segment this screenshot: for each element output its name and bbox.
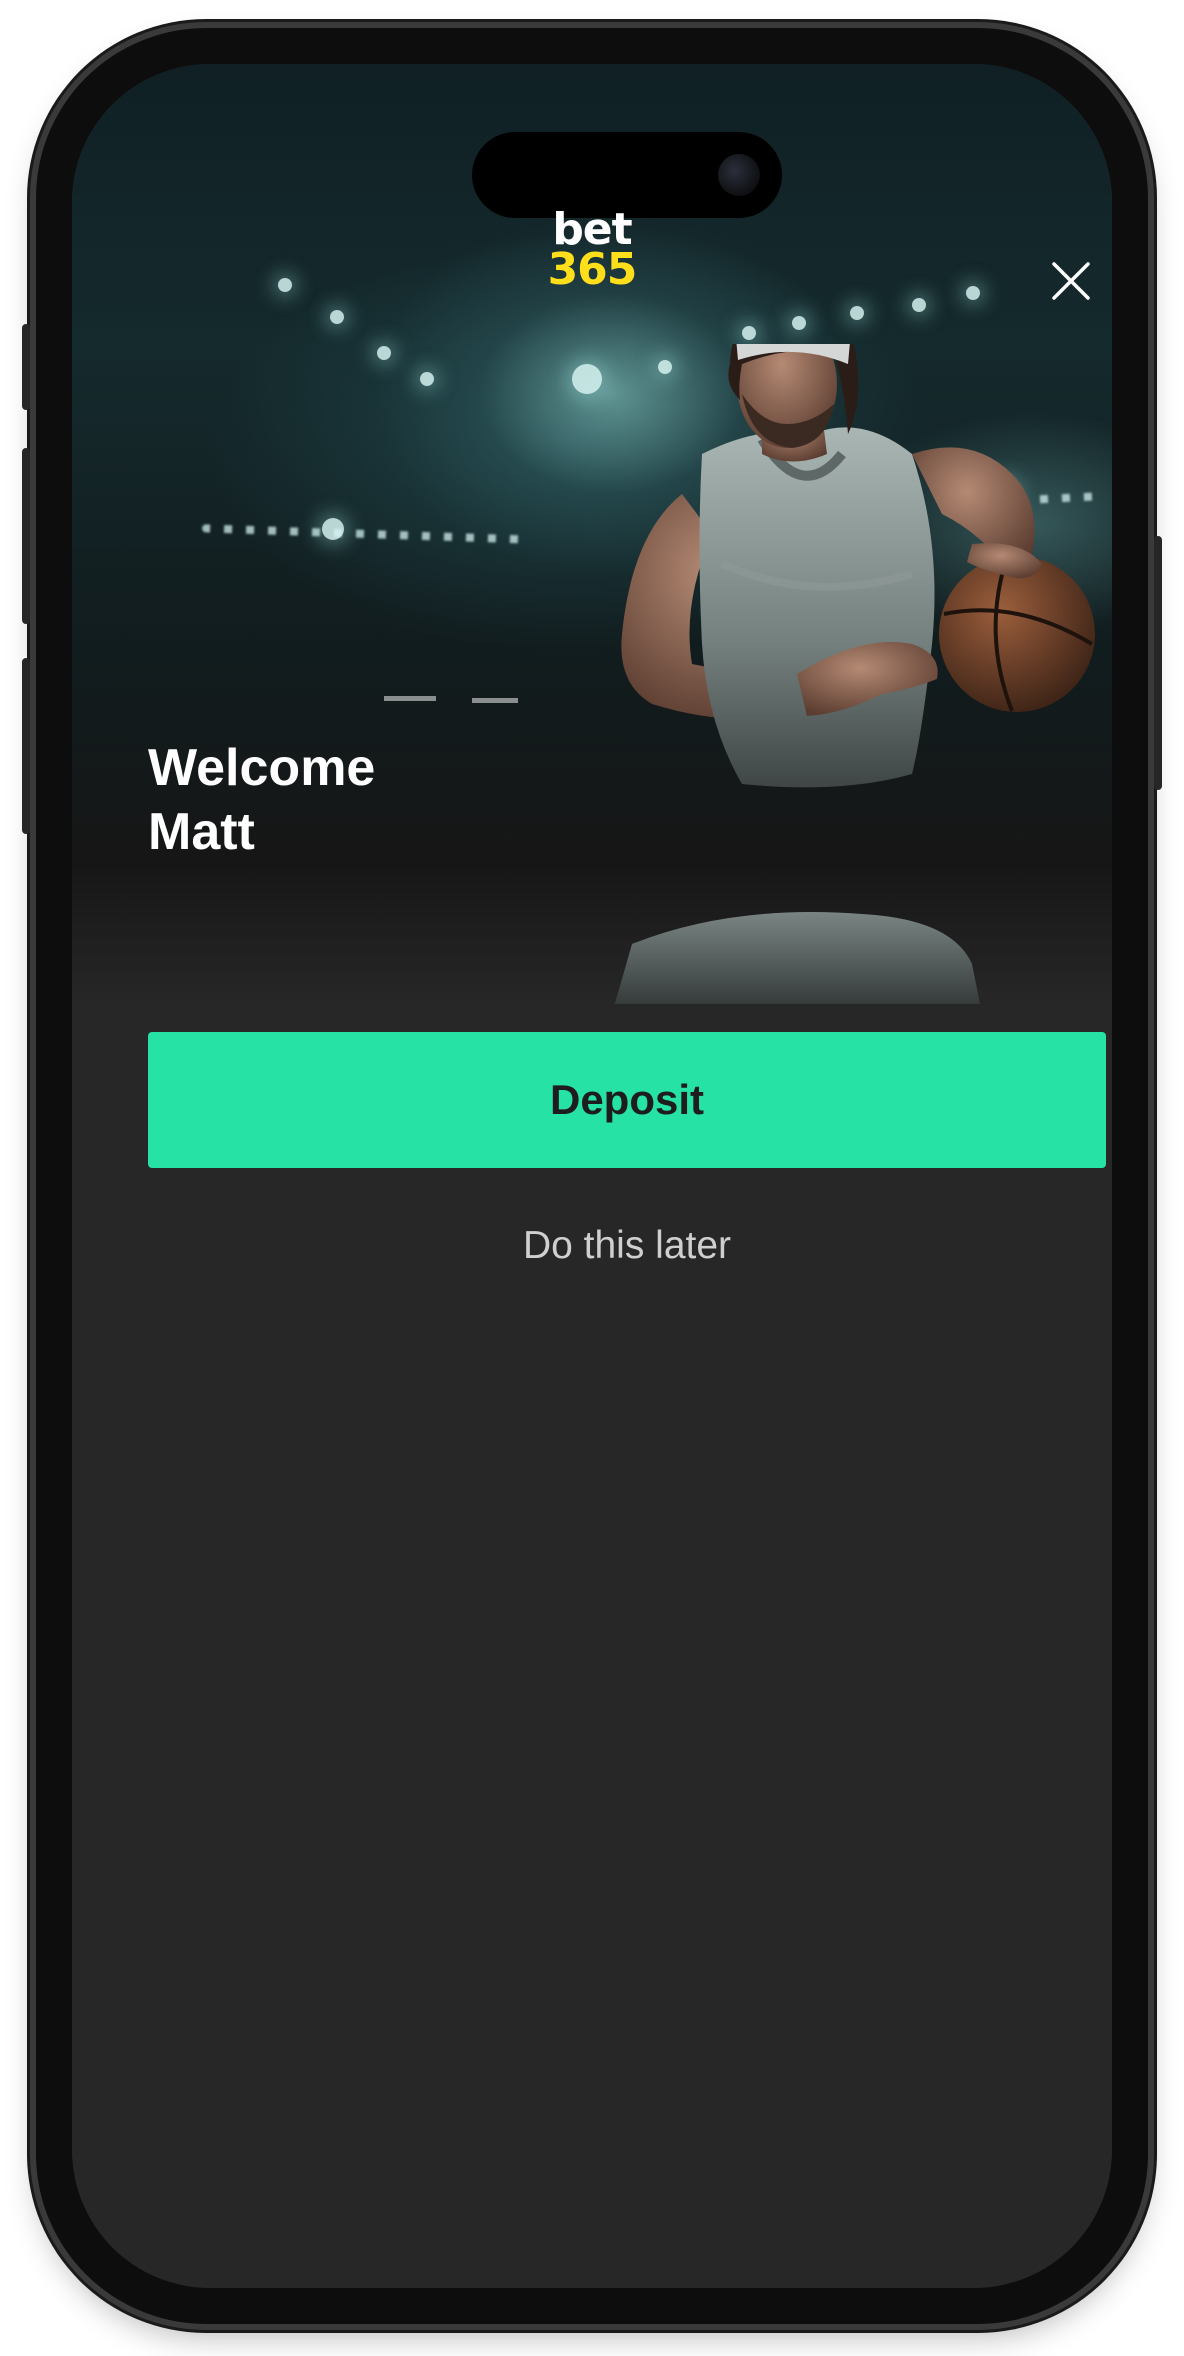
arena-light xyxy=(322,518,344,540)
court-marking xyxy=(384,696,436,701)
bet365-logo: bet 365 xyxy=(537,208,647,295)
arena-light xyxy=(850,306,864,320)
arena-light xyxy=(966,286,980,300)
arena-light xyxy=(278,278,292,292)
arena-light xyxy=(420,372,434,386)
action-button xyxy=(22,324,30,410)
phone-frame: bet 365 Welcome Matt Deposit Do this lat… xyxy=(22,28,1162,2324)
front-camera xyxy=(718,154,760,196)
arena-lights xyxy=(201,524,533,544)
app-screen: bet 365 Welcome Matt Deposit Do this lat… xyxy=(72,64,1112,2288)
arena-light xyxy=(792,316,806,330)
volume-down-button xyxy=(22,658,30,834)
basketball-player-image xyxy=(614,344,1095,1004)
close-button[interactable] xyxy=(1046,256,1096,306)
arena-light xyxy=(912,298,926,312)
arena-light xyxy=(330,310,344,324)
arena-light xyxy=(742,326,756,340)
arena-light xyxy=(572,364,602,394)
power-button xyxy=(1154,536,1162,790)
do-this-later-link[interactable]: Do this later xyxy=(148,1224,1106,1268)
arena-light xyxy=(377,346,391,360)
user-name: Matt xyxy=(148,803,255,861)
close-icon xyxy=(1052,262,1090,300)
welcome-line: Welcome xyxy=(148,739,376,797)
deposit-button[interactable]: Deposit xyxy=(148,1032,1106,1168)
welcome-heading: Welcome Matt xyxy=(148,736,568,864)
logo-text-bottom: 365 xyxy=(547,244,638,295)
volume-up-button xyxy=(22,448,30,624)
court-marking xyxy=(472,698,518,703)
